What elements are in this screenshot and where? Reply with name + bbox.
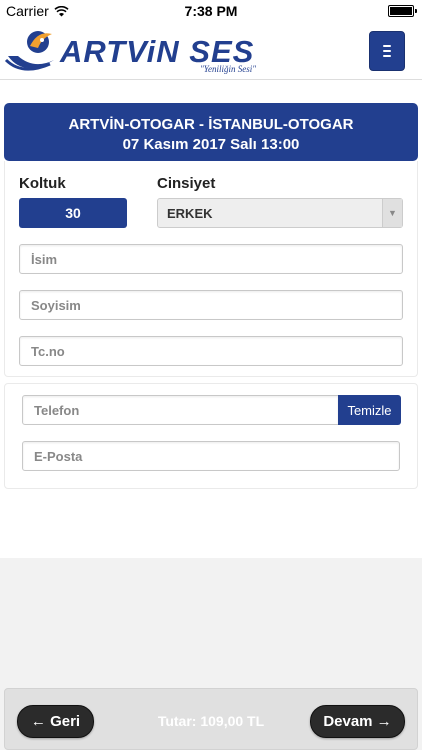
battery-icon [388, 5, 417, 17]
email-placeholder: E-Posta [34, 449, 83, 464]
app-header: ARTViN SES "Yeniliğin Sesi" [0, 22, 422, 80]
trip-banner: ARTVİN-OTOGAR - İSTANBUL-OTOGAR 07 Kasım… [4, 103, 418, 161]
phone-input[interactable]: Telefon [22, 395, 339, 425]
continue-button[interactable]: Devam → [310, 705, 405, 738]
menu-button[interactable] [369, 31, 405, 71]
tc-number-placeholder: Tc.no [31, 344, 65, 359]
seat-number: 30 [65, 205, 81, 221]
artvin-ses-logo[interactable]: ARTViN SES "Yeniliğin Sesi" [4, 26, 294, 76]
email-input[interactable]: E-Posta [22, 441, 400, 471]
gender-selected-value: ERKEK [167, 206, 213, 221]
bird-logo-icon [4, 31, 54, 71]
phone-placeholder: Telefon [34, 403, 80, 418]
last-name-input[interactable]: Soyisim [19, 290, 403, 320]
first-name-placeholder: İsim [31, 252, 58, 267]
hamburger-icon [383, 45, 391, 57]
gender-select[interactable]: ERKEK ▼ [157, 198, 403, 228]
status-time: 7:38 PM [184, 3, 238, 19]
total-price: Tutar: 109,00 TL [157, 713, 265, 729]
dropdown-arrow-icon: ▼ [382, 199, 402, 227]
seat-number-box: 30 [19, 198, 127, 228]
clear-phone-button[interactable]: Temizle [338, 395, 401, 425]
status-bar: Carrier 7:38 PM [0, 0, 422, 22]
first-name-input[interactable]: İsim [19, 244, 403, 274]
trip-route: ARTVİN-OTOGAR - İSTANBUL-OTOGAR [68, 116, 354, 133]
back-button[interactable]: ← Geri [17, 705, 94, 738]
seat-label: Koltuk [19, 175, 66, 192]
tc-number-input[interactable]: Tc.no [19, 336, 403, 366]
last-name-placeholder: Soyisim [31, 298, 81, 313]
gender-label: Cinsiyet [157, 175, 216, 192]
logo-slogan: "Yeniliğin Sesi" [200, 64, 256, 74]
trip-datetime: 07 Kasım 2017 Salı 13:00 [122, 136, 300, 153]
